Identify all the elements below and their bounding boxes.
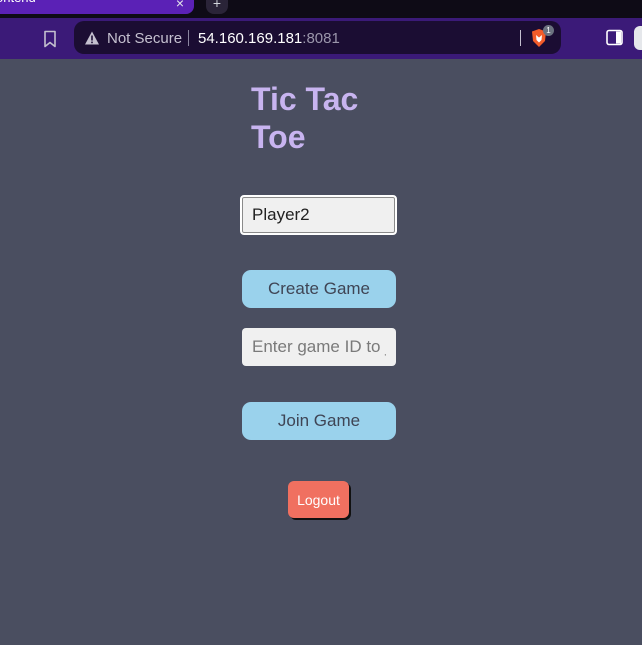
tab-title: ontend bbox=[0, 0, 36, 4]
address-divider bbox=[188, 30, 189, 46]
new-tab-button[interactable]: + bbox=[206, 0, 228, 14]
address-bar[interactable]: Not Secure 54.160.169.181:8081 1 bbox=[74, 21, 561, 54]
sidebar-toggle-icon[interactable] bbox=[606, 29, 623, 46]
url-text[interactable]: 54.160.169.181:8081 bbox=[198, 30, 340, 47]
warning-icon[interactable] bbox=[84, 30, 100, 46]
game-id-input[interactable] bbox=[242, 328, 396, 366]
logout-button[interactable]: Logout bbox=[288, 481, 349, 518]
username-input[interactable] bbox=[240, 195, 397, 235]
join-game-button[interactable]: Join Game bbox=[242, 402, 396, 440]
extension-icon[interactable] bbox=[634, 26, 642, 50]
tab-strip: ontend × + bbox=[0, 0, 642, 18]
url-host: 54.160.169.181 bbox=[198, 30, 303, 47]
browser-toolbar: Not Secure 54.160.169.181:8081 1 bbox=[0, 18, 642, 59]
security-label[interactable]: Not Secure bbox=[107, 30, 182, 47]
shield-badge: 1 bbox=[543, 25, 554, 36]
active-tab[interactable]: ontend × bbox=[0, 0, 194, 14]
tab-close-icon[interactable]: × bbox=[172, 0, 188, 11]
url-port: :8081 bbox=[302, 30, 340, 47]
address-divider-right bbox=[520, 30, 521, 46]
bookmark-icon[interactable] bbox=[40, 29, 60, 49]
page-title: Tic Tac Toe bbox=[251, 81, 359, 155]
create-game-button[interactable]: Create Game bbox=[242, 270, 396, 308]
